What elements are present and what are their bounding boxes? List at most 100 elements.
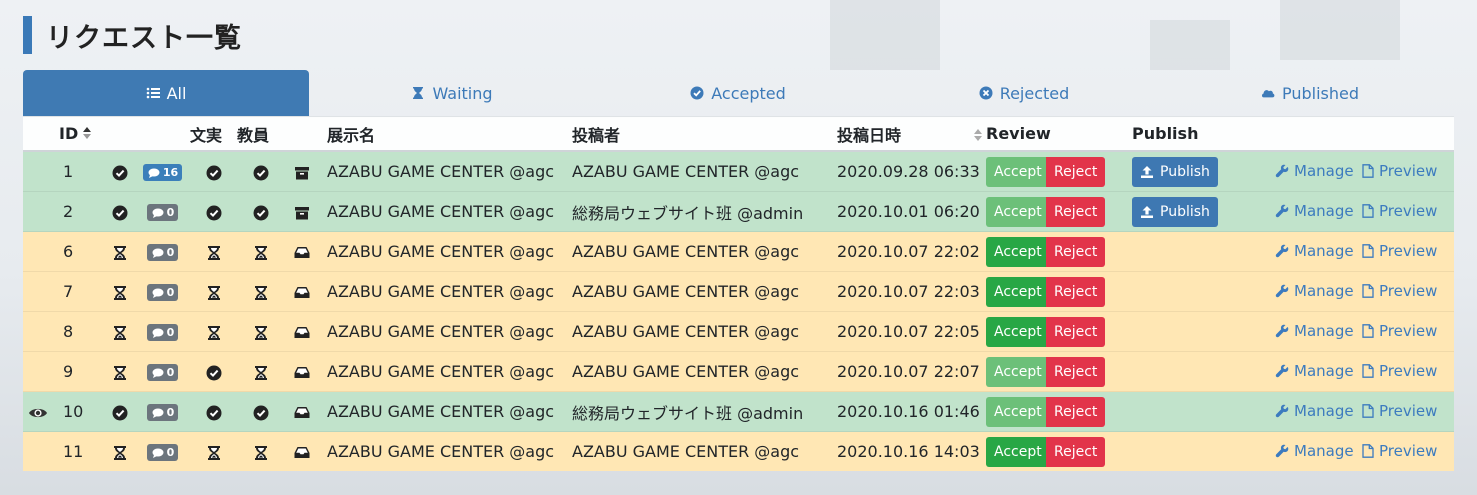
accept-button[interactable]: Accept (986, 436, 1046, 467)
manage-link[interactable]: Manage (1275, 402, 1354, 420)
col-posted-at[interactable]: 投稿日時 (834, 117, 986, 152)
reject-button[interactable]: Reject (1046, 236, 1105, 267)
check-circle-icon (206, 365, 222, 381)
cell-exhibit: AZABU GAME CENTER @agc (320, 311, 565, 352)
preview-link[interactable]: Preview (1362, 282, 1437, 300)
table-row[interactable]: 10 0 AZABU GAME CENTER @agc 総務局ウェブサイト班 @adm… (23, 391, 1454, 432)
comment-count-badge[interactable]: 0 (146, 404, 179, 421)
reject-button[interactable]: Reject (1046, 196, 1105, 227)
cell-id: 9 (52, 351, 105, 392)
preview-link[interactable]: Preview (1362, 362, 1437, 380)
tab-rejected[interactable]: Rejected (881, 70, 1167, 116)
comment-count-badge[interactable]: 0 (146, 364, 179, 381)
wrench-icon (1275, 204, 1289, 218)
cell-kyoin (237, 391, 284, 432)
tab-published[interactable]: Published (1167, 70, 1453, 116)
table-row[interactable]: 6 0 AZABU GAME CENTER @agc AZABU GAME CENTE… (23, 231, 1454, 272)
table-row[interactable]: 7 0 AZABU GAME CENTER @agc AZABU GAME CENTE… (23, 271, 1454, 312)
reject-button[interactable]: Reject (1046, 316, 1105, 347)
preview-link[interactable]: Preview (1362, 162, 1437, 180)
hourglass-icon (113, 285, 127, 301)
cell-comments: 0 (135, 231, 190, 272)
check-circle-icon (112, 405, 128, 421)
manage-link[interactable]: Manage (1275, 362, 1354, 380)
accept-button[interactable]: Accept (986, 356, 1046, 387)
manage-label: Manage (1294, 201, 1354, 220)
cell-publish (1132, 431, 1250, 471)
sort-icon[interactable] (973, 127, 983, 146)
table-row[interactable]: 8 0 AZABU GAME CENTER @agc AZABU GAME CENTE… (23, 311, 1454, 352)
cell-id: 6 (52, 231, 105, 272)
title-accent-bar (23, 16, 32, 54)
col-publish: Publish (1132, 117, 1250, 152)
list-icon (146, 86, 160, 100)
reject-button[interactable]: Reject (1046, 356, 1105, 387)
accept-button[interactable]: Accept (986, 316, 1046, 347)
table-row[interactable]: 11 0 AZABU GAME CENTER @agc AZABU GAME CENT… (23, 431, 1454, 471)
comment-count-badge[interactable]: 0 (146, 244, 179, 261)
reject-button[interactable]: Reject (1046, 436, 1105, 467)
preview-link[interactable]: Preview (1362, 442, 1437, 460)
cell-poster: 総務局ウェブサイト班 @admin (565, 191, 834, 232)
accept-button[interactable]: Accept (986, 156, 1046, 187)
col-poster: 投稿者 (565, 117, 834, 152)
manage-link[interactable]: Manage (1275, 202, 1354, 220)
cell-preview: Preview (1347, 231, 1454, 272)
accept-button[interactable]: Accept (986, 396, 1046, 427)
preview-link[interactable]: Preview (1362, 402, 1437, 420)
reject-button[interactable]: Reject (1046, 396, 1105, 427)
cell-status (105, 311, 135, 352)
cell-bunjitsu (190, 431, 237, 471)
manage-link[interactable]: Manage (1275, 242, 1354, 260)
col-kyoin: 教員 (237, 117, 284, 152)
col-watch (23, 117, 52, 152)
manage-link[interactable]: Manage (1275, 162, 1354, 180)
publish-button[interactable]: Publish (1132, 196, 1218, 227)
tab-accepted[interactable]: Accepted (595, 70, 881, 116)
hourglass-icon (207, 445, 221, 461)
comment-count-badge[interactable]: 0 (146, 204, 179, 221)
manage-link[interactable]: Manage (1275, 322, 1354, 340)
accept-button[interactable]: Accept (986, 236, 1046, 267)
wrench-icon (1275, 404, 1289, 418)
comment-count-badge[interactable]: 0 (146, 324, 179, 341)
file-icon (1362, 163, 1374, 178)
tab-all[interactable]: All (23, 70, 309, 116)
cell-poster: AZABU GAME CENTER @agc (565, 431, 834, 471)
reject-button[interactable]: Reject (1046, 156, 1105, 187)
comment-count-badge[interactable]: 16 (142, 164, 183, 181)
tab-waiting[interactable]: Waiting (309, 70, 595, 116)
table-row[interactable]: 9 0 AZABU GAME CENTER @agc AZABU GAME CENTE… (23, 351, 1454, 392)
cell-comments: 0 (135, 311, 190, 352)
col-review: Review (986, 117, 1132, 152)
comment-count-badge[interactable]: 0 (146, 284, 179, 301)
manage-link[interactable]: Manage (1275, 282, 1354, 300)
col-status (105, 117, 135, 152)
cell-poster: AZABU GAME CENTER @agc (565, 150, 834, 192)
comment-count-badge[interactable]: 0 (146, 444, 179, 461)
cell-bunjitsu (190, 231, 237, 272)
table-row[interactable]: 1 16 AZABU GAME CENTER @agc AZABU GAME CENT… (23, 150, 1454, 192)
check-circle-icon (206, 405, 222, 421)
cell-exhibit: AZABU GAME CENTER @agc (320, 351, 565, 392)
preview-link[interactable]: Preview (1362, 202, 1437, 220)
preview-label: Preview (1379, 241, 1438, 260)
cell-comments: 0 (135, 391, 190, 432)
preview-link[interactable]: Preview (1362, 322, 1437, 340)
manage-link[interactable]: Manage (1275, 442, 1354, 460)
accept-button[interactable]: Accept (986, 276, 1046, 307)
comment-icon (152, 368, 164, 378)
reject-button[interactable]: Reject (1046, 276, 1105, 307)
cell-manage: Manage (1250, 391, 1354, 432)
comment-icon (148, 168, 160, 178)
comment-icon (152, 248, 164, 258)
preview-link[interactable]: Preview (1362, 242, 1437, 260)
cell-manage: Manage (1250, 431, 1354, 471)
col-id[interactable]: ID (52, 117, 105, 152)
table-row[interactable]: 2 0 AZABU GAME CENTER @agc 総務局ウェブサイト班 @admi… (23, 191, 1454, 232)
accept-button[interactable]: Accept (986, 196, 1046, 227)
sort-icon[interactable] (82, 125, 92, 144)
request-id: 2 (63, 202, 74, 221)
publish-button[interactable]: Publish (1132, 156, 1218, 187)
col-preview (1347, 117, 1454, 152)
